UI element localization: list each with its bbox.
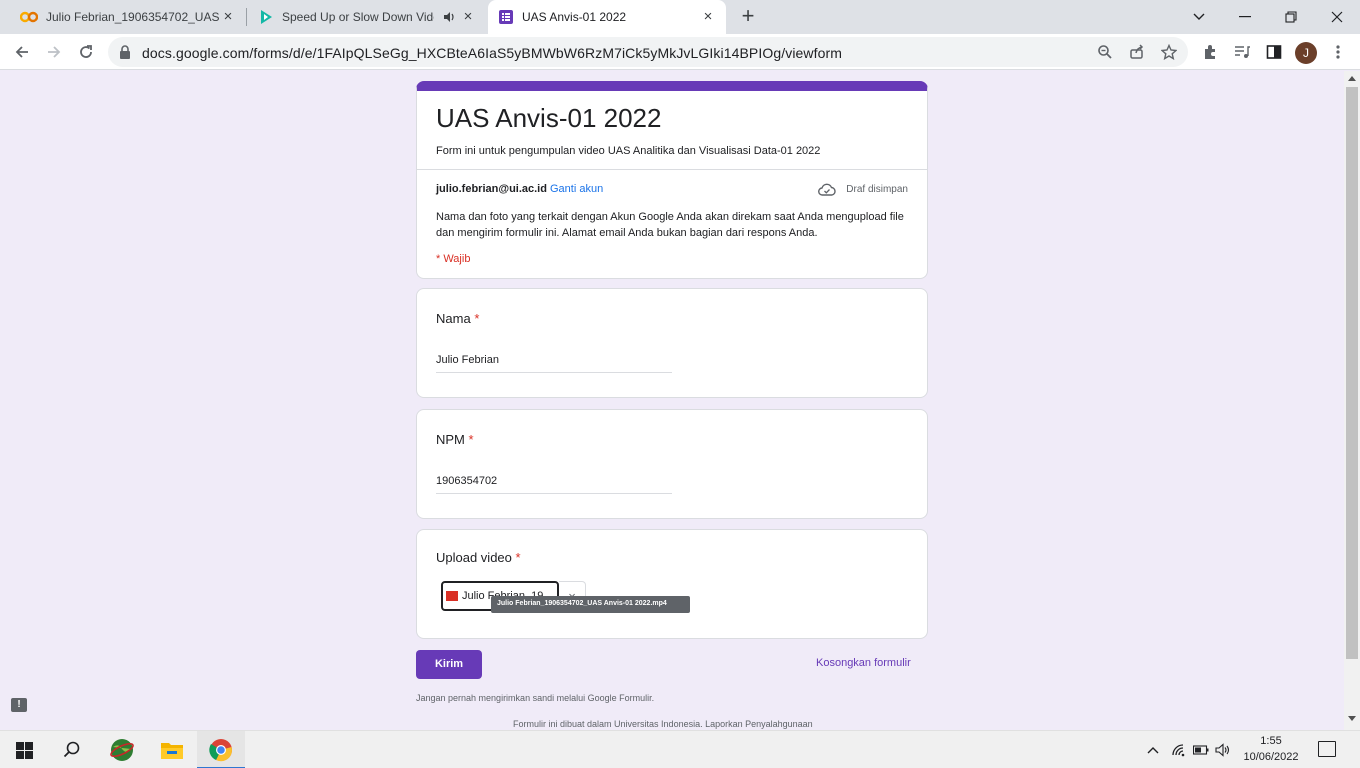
clock-time: 1:55 [1260, 735, 1282, 747]
form-description: Form ini untuk pengumpulan video UAS Ana… [436, 145, 821, 157]
tab-forms[interactable]: UAS Anvis-01 2022 × [488, 0, 726, 34]
restore-icon[interactable] [1268, 0, 1314, 34]
play-icon [258, 9, 274, 25]
clear-form-link[interactable]: Kosongkan formulir [816, 657, 911, 669]
tab-forms-title: UAS Anvis-01 2022 [522, 10, 627, 24]
tab-speedup-title: Speed Up or Slow Down Vide [282, 10, 434, 24]
network-icon[interactable] [1170, 741, 1188, 759]
password-warning: Jangan pernah mengirimkan sandi melalui … [416, 693, 655, 703]
show-hidden-icons-chevron-icon[interactable] [1144, 741, 1162, 759]
reload-icon[interactable] [74, 40, 98, 64]
draft-status-text: Draf disimpan [846, 184, 908, 195]
required-asterisk: * [468, 432, 474, 447]
search-icon[interactable] [48, 731, 96, 768]
clock-date: 10/06/2022 [1243, 751, 1299, 763]
question-card-upload: Upload video * Julio Febrian_19 × Julio … [416, 529, 928, 639]
profile-avatar[interactable]: J [1295, 42, 1317, 64]
globe-app-icon[interactable] [98, 731, 146, 768]
question-label-upload: Upload video * [436, 550, 521, 565]
notification-center-icon[interactable] [1318, 741, 1336, 757]
tab-colab-title: Julio Febrian_1906354702_UAS A [46, 10, 221, 24]
video-file-icon [446, 591, 458, 601]
speaker-icon[interactable] [442, 10, 456, 24]
file-explorer-icon[interactable] [148, 731, 196, 768]
question-label-text: NPM [436, 432, 465, 447]
close-window-icon[interactable] [1314, 0, 1360, 34]
scroll-down-icon[interactable] [1348, 716, 1356, 721]
battery-icon[interactable] [1192, 741, 1210, 759]
form-title: UAS Anvis-01 2022 [436, 103, 662, 133]
colab-icon [20, 11, 38, 23]
scrollbar-thumb[interactable] [1346, 87, 1358, 659]
forms-icon [498, 9, 514, 25]
page-content: UAS Anvis-01 2022 Form ini untuk pengump… [0, 71, 1344, 730]
npm-input[interactable]: 1906354702 [436, 472, 672, 494]
tab-colab[interactable]: Julio Febrian_1906354702_UAS A × [8, 0, 246, 34]
new-tab-button[interactable]: + [736, 5, 760, 29]
file-name-tooltip: Julio Febrian_1906354702_UAS Anvis-01 20… [491, 596, 690, 613]
question-label-nama: Nama * [436, 311, 479, 326]
close-tab-colab-icon[interactable]: × [220, 9, 236, 25]
question-card-npm: NPM * 1906354702 [416, 409, 928, 519]
header-divider [417, 169, 927, 170]
close-tab-speedup-icon[interactable]: × [460, 9, 476, 25]
media-control-icon[interactable] [1230, 40, 1254, 64]
windows-start-icon[interactable] [0, 731, 48, 768]
address-bar[interactable]: docs.google.com/forms/d/e/1FAIpQLSeGg_HX… [108, 37, 1188, 67]
close-tab-forms-icon[interactable]: × [700, 9, 716, 25]
nama-input[interactable]: Julio Febrian [436, 351, 672, 373]
browser-toolbar: docs.google.com/forms/d/e/1FAIpQLSeGg_HX… [0, 34, 1360, 70]
tab-search-chevron-icon[interactable] [1176, 0, 1222, 34]
required-asterisk: * [515, 550, 521, 565]
account-email: julio.febrian@ui.ac.id [436, 183, 547, 195]
draft-status: Draf disimpan [818, 183, 908, 196]
switch-account-link[interactable]: Ganti akun [550, 183, 603, 195]
forward-arrow-icon[interactable] [42, 40, 66, 64]
tab-strip: Julio Febrian_1906354702_UAS A × Speed U… [0, 0, 1360, 34]
required-note: * Wajib [436, 253, 471, 265]
tab-speedup[interactable]: Speed Up or Slow Down Vide × [248, 0, 486, 34]
system-clock[interactable]: 1:55 10/06/2022 [1234, 733, 1308, 765]
lock-icon[interactable] [119, 45, 131, 59]
page-scrollbar[interactable] [1344, 71, 1360, 730]
minimize-icon[interactable] [1222, 0, 1268, 34]
back-arrow-icon[interactable] [10, 40, 34, 64]
zoom-icon[interactable] [1097, 44, 1113, 60]
organization-footer: Formulir ini dibuat dalam Universitas In… [513, 719, 813, 729]
form-header-card: UAS Anvis-01 2022 Form ini untuk pengump… [416, 81, 928, 279]
share-icon[interactable] [1129, 44, 1145, 60]
question-label-npm: NPM * [436, 432, 474, 447]
volume-icon[interactable] [1214, 741, 1232, 759]
submit-button[interactable]: Kirim [416, 650, 482, 679]
cloud-check-icon [818, 183, 836, 196]
question-label-text: Upload video [436, 550, 512, 565]
chrome-taskbar-icon[interactable] [197, 731, 245, 768]
privacy-notice: Nama dan foto yang terkait dengan Akun G… [436, 211, 904, 239]
extensions-icon[interactable] [1198, 40, 1222, 64]
scroll-up-icon[interactable] [1348, 76, 1356, 81]
windows-taskbar: 1:55 10/06/2022 [0, 730, 1360, 768]
required-asterisk: * [474, 311, 480, 326]
question-label-text: Nama [436, 311, 471, 326]
url-text[interactable]: docs.google.com/forms/d/e/1FAIpQLSeGg_HX… [142, 45, 842, 61]
feedback-icon[interactable]: ! [11, 698, 27, 712]
bookmark-star-icon[interactable] [1161, 44, 1177, 60]
menu-kebab-icon[interactable] [1326, 40, 1350, 64]
side-panel-icon[interactable] [1262, 40, 1286, 64]
tab-separator [246, 8, 247, 26]
question-card-nama: Nama * Julio Febrian [416, 288, 928, 398]
